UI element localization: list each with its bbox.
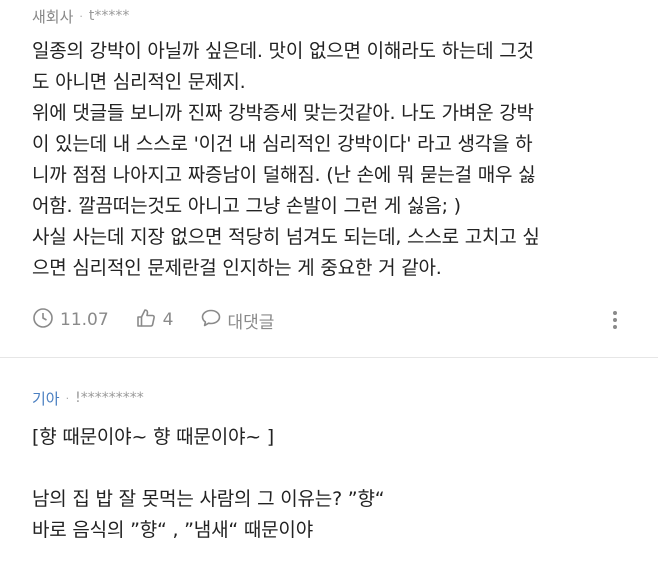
more-vertical-icon [612,311,618,335]
comment-item: 기아 · !********* [향 때문이야~ 향 때문이야~ ] 남의 집 … [0,368,658,562]
comment-meta: 기아 · !********* [32,384,144,412]
comment-user-id: !********* [75,390,144,406]
meta-separator: · [79,9,83,23]
comment-actions: 11.07 4 대댓글 [32,304,642,336]
thumbs-up-icon [135,307,163,334]
comment-body: [향 때문이야~ 향 때문이야~ ] 남의 집 밥 잘 못먹는 사람의 그 이유… [32,426,385,541]
comment-meta: 새회사 · t***** [32,2,129,30]
comment-author[interactable]: 기아 [32,388,60,409]
meta-separator: · [65,391,70,405]
comment-divider [0,357,658,358]
like-button[interactable]: 4 [135,307,174,334]
comment-item: 새회사 · t***** 일종의 강박이 아닐까 싶은데. 맛이 없으면 이해라… [0,0,658,358]
more-options-button[interactable] [612,310,618,335]
speech-bubble-icon [200,307,228,334]
reply-label: 대댓글 [227,312,275,333]
clock-icon [32,307,60,334]
reply-button[interactable]: 대댓글 [200,307,275,334]
comment-body: 일종의 강박이 아닐까 싶은데. 맛이 없으면 이해라도 하는데 그것 도 아니… [32,40,540,279]
comment-date: 11.07 [32,307,109,334]
comment-user-id: t***** [88,8,130,24]
comment-author[interactable]: 새회사 [32,6,73,27]
comment-date-text: 11.07 [60,310,109,330]
like-count: 4 [162,310,174,330]
